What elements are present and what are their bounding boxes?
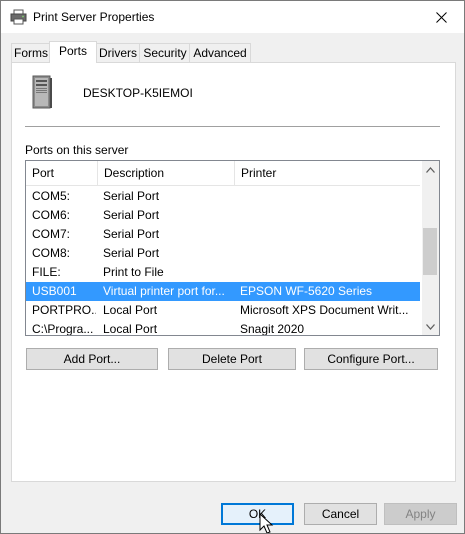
port-cell: COM6: bbox=[32, 208, 71, 222]
list-header: Port Description Printer bbox=[26, 161, 420, 186]
table-row[interactable]: COM7: Serial Port bbox=[26, 225, 420, 244]
ports-list[interactable]: Port Description Printer COM5: Serial Po… bbox=[25, 160, 440, 336]
server-name: DESKTOP-K5IEMOI bbox=[83, 86, 193, 100]
column-header-port[interactable]: Port bbox=[26, 161, 97, 185]
server-computer-icon bbox=[32, 75, 52, 109]
table-row[interactable]: C:\Progra... Local Port Snagit 2020 bbox=[26, 320, 420, 336]
divider bbox=[25, 126, 440, 127]
printer-cell: Microsoft XPS Document Writ... bbox=[240, 303, 409, 317]
title-bar[interactable]: Print Server Properties bbox=[1, 1, 464, 33]
chevron-up-icon bbox=[426, 166, 435, 173]
ok-button[interactable]: OK bbox=[221, 503, 294, 525]
column-header-description[interactable]: Description bbox=[98, 161, 234, 185]
window-title: Print Server Properties bbox=[33, 10, 155, 24]
tab-advanced[interactable]: Advanced bbox=[189, 43, 251, 62]
delete-port-button[interactable]: Delete Port bbox=[168, 348, 296, 370]
close-button[interactable] bbox=[418, 1, 464, 33]
description-cell: Serial Port bbox=[103, 227, 160, 241]
description-cell: Local Port bbox=[103, 322, 158, 336]
chevron-down-icon bbox=[426, 323, 435, 330]
description-cell: Serial Port bbox=[103, 208, 160, 222]
ports-list-label: Ports on this server bbox=[25, 143, 129, 157]
column-header-printer[interactable]: Printer bbox=[235, 161, 420, 185]
mouse-pointer-icon bbox=[259, 513, 274, 533]
apply-button[interactable]: Apply bbox=[384, 503, 457, 525]
port-cell: COM7: bbox=[32, 227, 71, 241]
scroll-up-button[interactable] bbox=[422, 161, 439, 178]
close-icon bbox=[435, 11, 447, 23]
scrollbar-thumb[interactable] bbox=[423, 228, 437, 275]
vertical-scrollbar[interactable] bbox=[422, 161, 439, 335]
table-row-selected[interactable]: USB001 Virtual printer port for... EPSON… bbox=[26, 282, 420, 301]
table-row[interactable]: FILE: Print to File bbox=[26, 263, 420, 282]
description-cell: Serial Port bbox=[103, 189, 160, 203]
tab-security[interactable]: Security bbox=[139, 43, 191, 62]
description-cell: Print to File bbox=[103, 265, 164, 279]
printer-cell: EPSON WF-5620 Series bbox=[240, 284, 373, 298]
description-cell: Local Port bbox=[103, 303, 158, 317]
port-cell: PORTPRO... bbox=[32, 303, 96, 317]
list-rows: COM5: Serial Port COM6: Serial Port COM7… bbox=[26, 187, 420, 336]
port-cell: C:\Progra... bbox=[32, 322, 94, 336]
table-row[interactable]: COM8: Serial Port bbox=[26, 244, 420, 263]
port-cell: USB001 bbox=[32, 284, 77, 298]
tab-drivers[interactable]: Drivers bbox=[95, 43, 141, 62]
table-row[interactable]: COM5: Serial Port bbox=[26, 187, 420, 206]
add-port-button[interactable]: Add Port... bbox=[26, 348, 158, 370]
ports-panel: DESKTOP-K5IEMOI Ports on this server Por… bbox=[11, 62, 456, 482]
table-row[interactable]: COM6: Serial Port bbox=[26, 206, 420, 225]
description-cell: Virtual printer port for... bbox=[103, 284, 225, 298]
table-row[interactable]: PORTPRO... Local Port Microsoft XPS Docu… bbox=[26, 301, 420, 320]
cancel-button[interactable]: Cancel bbox=[304, 503, 377, 525]
port-cell: FILE: bbox=[32, 265, 61, 279]
printer-cell: Snagit 2020 bbox=[240, 322, 305, 336]
tab-forms[interactable]: Forms bbox=[11, 43, 51, 62]
tab-ports[interactable]: Ports bbox=[49, 41, 97, 63]
port-cell: COM5: bbox=[32, 189, 71, 203]
print-server-properties-window: Print Server Properties Forms Ports Driv… bbox=[0, 0, 465, 534]
port-cell: COM8: bbox=[32, 246, 71, 260]
configure-port-button[interactable]: Configure Port... bbox=[304, 348, 438, 370]
scroll-down-button[interactable] bbox=[422, 318, 439, 335]
description-cell: Serial Port bbox=[103, 246, 160, 260]
printer-icon bbox=[10, 9, 27, 25]
